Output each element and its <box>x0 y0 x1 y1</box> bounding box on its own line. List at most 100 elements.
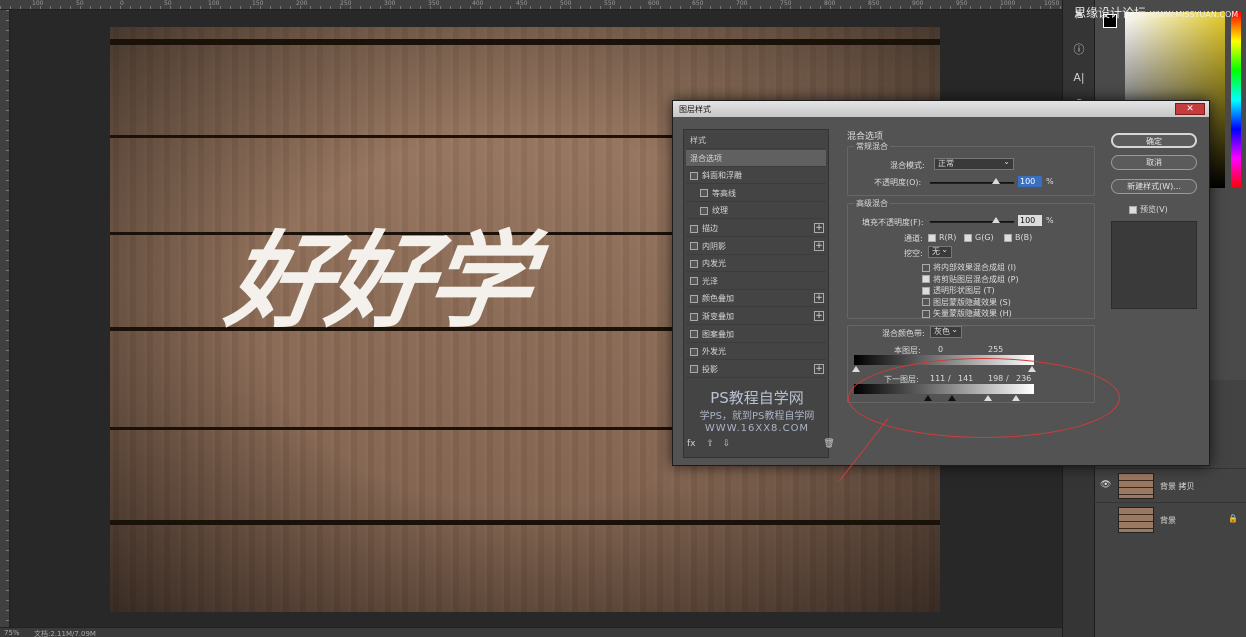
style-item[interactable]: 混合选项 <box>686 149 826 167</box>
layer-name[interactable]: 背景 <box>1160 515 1176 526</box>
blend-mode-select[interactable]: 正常 <box>934 157 1014 170</box>
advanced-option-checkbox[interactable]: 透明形状图层 (T) <box>922 285 995 296</box>
advanced-option-checkbox[interactable]: 将剪贴图层混合成组 (P) <box>922 274 1019 285</box>
style-item[interactable]: 光泽 <box>686 273 826 290</box>
style-item[interactable]: 图案叠加 <box>686 326 826 343</box>
vertical-ruler <box>0 10 10 627</box>
hue-slider[interactable] <box>1231 12 1241 188</box>
style-checkbox[interactable] <box>690 171 698 180</box>
ruler-tick-label: 200 <box>296 0 308 7</box>
move-down-icon[interactable]: ⇩ <box>723 439 731 449</box>
style-item-label: 混合选项 <box>690 153 722 163</box>
fill-pct: % <box>1046 216 1054 225</box>
character-icon[interactable]: A| <box>1071 70 1087 86</box>
add-icon[interactable]: + <box>814 223 824 233</box>
zoom-level[interactable]: 75% <box>4 629 20 637</box>
add-icon[interactable]: + <box>814 293 824 304</box>
this-layer-max: 255 <box>988 345 1004 354</box>
style-checkbox[interactable] <box>690 365 698 374</box>
advanced-option-checkbox[interactable]: 矢量蒙版隐藏效果 (H) <box>922 308 1012 319</box>
ruler-tick-label: 800 <box>824 0 836 7</box>
style-checkbox[interactable] <box>700 206 708 215</box>
style-item-label: 外发光 <box>702 347 726 357</box>
ok-button[interactable]: 确定 <box>1111 133 1197 148</box>
ruler-tick-label: 0 <box>120 0 124 7</box>
cancel-button[interactable]: 取消 <box>1111 155 1197 170</box>
blend-if-select[interactable]: 灰色 <box>930 325 962 338</box>
advanced-option-checkbox[interactable]: 将内部效果混合成组 (I) <box>922 262 1016 273</box>
blend-if-label: 混合颜色带: <box>882 329 925 338</box>
style-checkbox[interactable] <box>690 224 698 233</box>
style-checkbox[interactable] <box>700 189 708 198</box>
watermark-sub: WWW.MISSYUAN.COM <box>1149 10 1239 19</box>
style-item[interactable]: 斜面和浮雕 <box>686 167 826 185</box>
this-layer-min: 0 <box>938 345 944 354</box>
style-checkbox[interactable] <box>690 294 698 303</box>
layer-row-background-copy[interactable]: 👁 背景 拷贝 <box>1094 468 1246 502</box>
eye-icon[interactable]: 👁 <box>1100 480 1111 490</box>
style-item-label: 内阴影 <box>702 241 726 251</box>
fill-knob[interactable] <box>992 217 1000 223</box>
status-bar: 75% 文档:2.11M/7.09M <box>0 627 1062 637</box>
lock-icon: 🔒 <box>1228 514 1238 523</box>
new-style-button[interactable]: 新建样式(W)... <box>1111 179 1197 194</box>
move-up-icon[interactable]: ⇧ <box>706 439 714 449</box>
style-item[interactable]: 内发光 <box>686 255 826 273</box>
ruler-tick-label: 600 <box>648 0 660 7</box>
opacity-slider[interactable] <box>930 178 1014 184</box>
fill-opacity-input[interactable]: 100 <box>1018 215 1042 226</box>
channel-r-checkbox[interactable]: R(R) <box>928 233 956 242</box>
knockout-label: 挖空: <box>904 249 923 258</box>
preview-checkbox[interactable]: 预览(V) <box>1129 204 1168 215</box>
style-item[interactable]: 样式 <box>686 132 826 149</box>
style-item[interactable]: 等高线 <box>686 185 826 202</box>
style-item[interactable]: 内阴影 + <box>686 238 826 255</box>
opacity-label: 不透明度(O): <box>874 178 922 187</box>
this-layer-black-knob[interactable] <box>852 366 860 372</box>
canvas-text-art: 好好学 <box>219 219 537 342</box>
style-item[interactable]: 外发光 <box>686 343 826 361</box>
ruler-tick-label: 100 <box>32 0 44 7</box>
style-checkbox[interactable] <box>690 330 698 339</box>
style-item[interactable]: 描边 + <box>686 220 826 237</box>
fx-icon[interactable]: fx <box>687 439 696 449</box>
ruler-tick-label: 150 <box>252 0 264 7</box>
dialog-title: 图层样式 <box>679 105 711 114</box>
style-item-label: 投影 <box>702 364 718 374</box>
layer-row-background[interactable]: 背景 🔒 <box>1094 502 1246 536</box>
style-checkbox[interactable] <box>690 312 698 321</box>
channel-g-checkbox[interactable]: G(G) <box>964 233 994 242</box>
ruler-tick-label: 950 <box>956 0 968 7</box>
add-icon[interactable]: + <box>814 363 824 374</box>
style-checkbox[interactable] <box>690 242 698 251</box>
close-button[interactable]: ✕ <box>1175 103 1205 115</box>
info-icon[interactable]: ⓘ <box>1071 42 1087 58</box>
style-item[interactable]: 投影 + <box>686 361 826 378</box>
advanced-option-checkbox[interactable]: 图层蒙版隐藏效果 (S) <box>922 297 1011 308</box>
style-checkbox[interactable] <box>690 277 698 286</box>
opacity-knob[interactable] <box>992 178 1000 184</box>
delete-icon[interactable]: 🗑 <box>823 439 834 449</box>
style-item-label: 斜面和浮雕 <box>702 171 742 181</box>
knockout-select[interactable]: 无 <box>928 245 952 258</box>
ruler-tick-label: 900 <box>912 0 924 7</box>
style-item[interactable]: 颜色叠加 + <box>686 290 826 308</box>
opacity-input[interactable]: 100 <box>1018 176 1042 187</box>
watermark-subtitle: 学PS，就到PS教程自学网 <box>699 411 815 422</box>
style-item[interactable]: 纹理 <box>686 202 826 220</box>
ruler-tick-label: 50 <box>164 0 172 7</box>
add-icon[interactable]: + <box>814 240 824 251</box>
layer-name[interactable]: 背景 拷贝 <box>1160 481 1195 492</box>
style-item-label: 描边 <box>702 224 718 233</box>
normal-blending-group: 常规混合 混合模式: 正常 不透明度(O): 100 % <box>847 141 1095 196</box>
dialog-titlebar[interactable]: 图层样式 ✕ <box>673 101 1209 117</box>
style-item-label: 图案叠加 <box>702 329 734 339</box>
style-item[interactable]: 渐变叠加 + <box>686 308 826 325</box>
channel-b-checkbox[interactable]: B(B) <box>1004 233 1032 242</box>
style-checkbox[interactable] <box>690 347 698 356</box>
style-checkbox[interactable] <box>690 259 698 268</box>
ruler-tick-label: 850 <box>868 0 880 7</box>
blend-mode-label: 混合模式: <box>890 161 925 170</box>
add-icon[interactable]: + <box>814 311 824 321</box>
fill-opacity-slider[interactable] <box>930 217 1014 223</box>
